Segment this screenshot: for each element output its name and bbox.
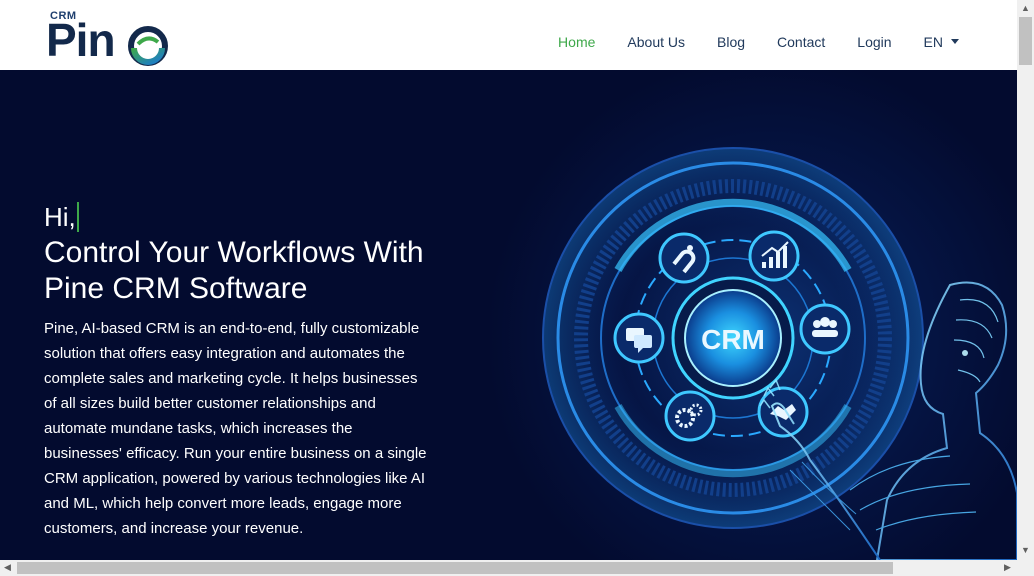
hero-description: Pine, AI-based CRM is an end-to-end, ful… (44, 320, 427, 537)
logo-pin-text: Pin (46, 14, 116, 66)
caret-down-icon (951, 38, 959, 44)
horizontal-scroll-thumb[interactable] (17, 562, 893, 574)
nav-home[interactable]: Home (558, 33, 595, 51)
nav-blog[interactable]: Blog (717, 33, 745, 51)
typing-cursor (76, 202, 79, 232)
greeting-text: Hi, (44, 202, 76, 232)
logo-e-swirl-icon (128, 26, 168, 66)
scroll-up-arrow-icon[interactable]: ▲ (1021, 3, 1030, 13)
site-header: CRM Pin Home About Us Blog Contact Login… (0, 0, 1017, 70)
language-dropdown[interactable]: EN (924, 33, 959, 51)
hero-title: Control Your Workflows With Pine CRM Sof… (44, 236, 424, 305)
nav-about-us[interactable]: About Us (627, 33, 685, 51)
growth-chart-icon (748, 230, 800, 282)
horizontal-scrollbar[interactable]: ◀ ▶ (0, 560, 1017, 576)
nav-login[interactable]: Login (857, 33, 891, 51)
vertical-scroll-thumb[interactable] (1019, 17, 1032, 65)
scroll-left-arrow-icon[interactable]: ◀ (4, 562, 11, 573)
hero-section: Hi, Control Your Workflows With Pine CRM… (0, 70, 1017, 560)
vertical-scrollbar[interactable]: ▲ ▼ (1017, 0, 1034, 560)
scroll-down-arrow-icon[interactable]: ▼ (1021, 545, 1030, 555)
hero-greeting: Hi, (44, 202, 79, 233)
pine-crm-logo[interactable]: CRM Pin (46, 10, 176, 66)
crm-hub-illustration: CRM (542, 147, 1017, 560)
team-icon (799, 303, 851, 355)
nav-contact[interactable]: Contact (777, 33, 825, 51)
language-label: EN (923, 34, 943, 50)
gears-icon (664, 390, 716, 442)
scrollbar-corner (1017, 560, 1034, 576)
crm-core-label: CRM (701, 324, 765, 355)
main-nav: Home About Us Blog Contact Login EN (526, 33, 959, 51)
chat-icon (613, 312, 665, 364)
scroll-right-arrow-icon[interactable]: ▶ (1004, 562, 1011, 573)
magnet-icon (658, 232, 710, 284)
